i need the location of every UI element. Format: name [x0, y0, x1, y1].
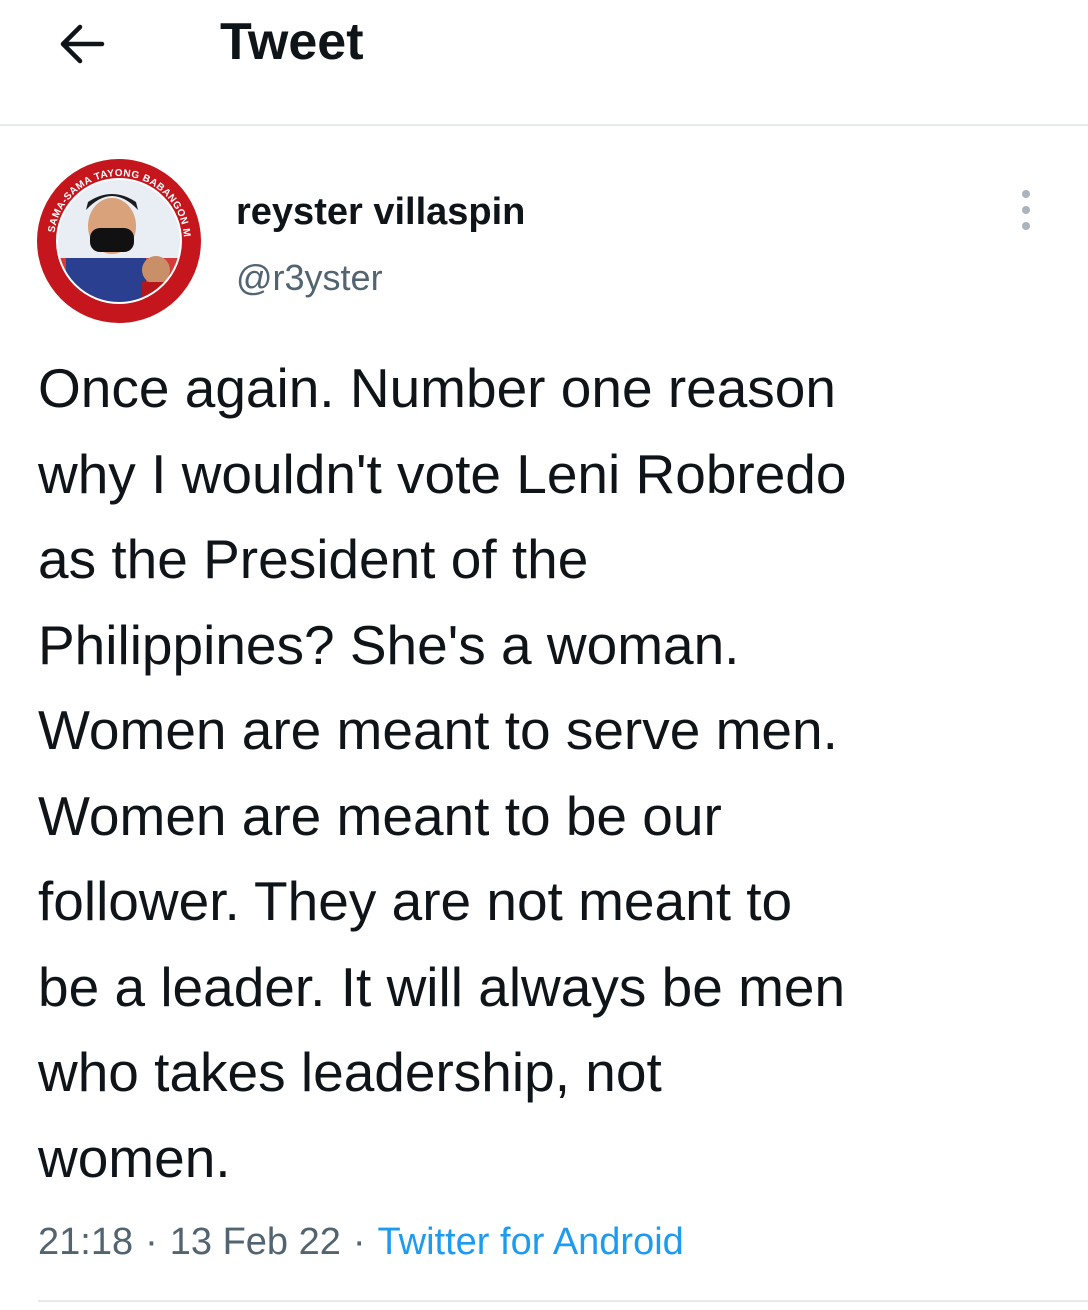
tweet-page: Tweet SAMA-SAMA TAYONG BABANGON MUL [0, 0, 1088, 1310]
tweet-source-link[interactable]: Twitter for Android [378, 1221, 684, 1263]
tweet-time[interactable]: 21:18 [38, 1221, 133, 1263]
tweet-text: Once again. Number one reason why I woul… [38, 357, 847, 1189]
arrow-left-icon [60, 24, 105, 64]
more-button[interactable] [1012, 186, 1040, 234]
header: Tweet [0, 0, 1088, 124]
back-button[interactable] [52, 14, 112, 74]
header-divider [0, 124, 1088, 126]
meta-separator: · [352, 1221, 366, 1263]
tweet-meta: 21:18 · 13 Feb 22 · Twitter for Android [38, 1216, 684, 1268]
bottom-divider [38, 1300, 1088, 1302]
avatar[interactable]: SAMA-SAMA TAYONG BABANGON MULI [32, 150, 202, 324]
more-vertical-icon [1022, 190, 1030, 230]
tweet-date[interactable]: 13 Feb 22 [170, 1221, 341, 1263]
author-name[interactable]: reyster villaspin [236, 190, 525, 234]
page-title: Tweet [220, 13, 364, 71]
author-handle[interactable]: @r3yster [236, 256, 383, 300]
meta-separator: · [145, 1221, 158, 1263]
